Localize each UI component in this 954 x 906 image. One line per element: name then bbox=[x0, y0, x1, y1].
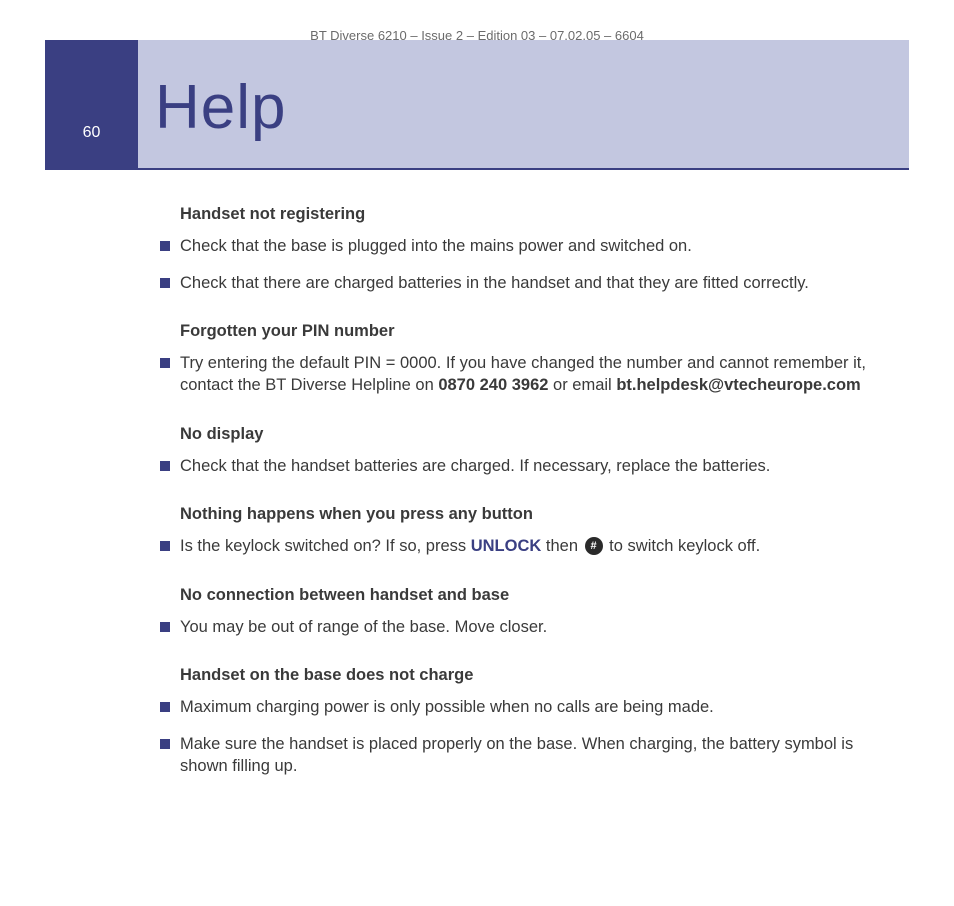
item-text: You may be out of range of the base. Mov… bbox=[180, 618, 547, 636]
page-number: 60 bbox=[83, 124, 101, 142]
section-heading: Handset not registering bbox=[180, 203, 894, 225]
helpline-email: bt.helpdesk@vtecheurope.com bbox=[616, 376, 860, 394]
page-number-box: 60 bbox=[45, 40, 138, 170]
list-item: Check that the base is plugged into the … bbox=[160, 235, 894, 257]
unlock-button-label: UNLOCK bbox=[471, 537, 542, 555]
page-title: Help bbox=[155, 72, 287, 143]
section-heading: Forgotten your PIN number bbox=[180, 320, 894, 342]
list-item: You may be out of range of the base. Mov… bbox=[160, 616, 894, 638]
section-heading: Nothing happens when you press any butto… bbox=[180, 503, 894, 525]
section-heading: No connection between handset and base bbox=[180, 584, 894, 606]
section-heading: No display bbox=[180, 423, 894, 445]
item-text: Check that the handset batteries are cha… bbox=[180, 457, 770, 475]
list-item: Try entering the default PIN = 0000. If … bbox=[160, 352, 894, 397]
list-item: Make sure the handset is placed properly… bbox=[160, 733, 894, 778]
item-text: Make sure the handset is placed properly… bbox=[180, 735, 853, 775]
item-text-mid: then bbox=[541, 537, 582, 555]
item-text: Maximum charging power is only possible … bbox=[180, 698, 714, 716]
section-heading: Handset on the base does not charge bbox=[180, 664, 894, 686]
item-text-mid: or email bbox=[548, 376, 616, 394]
hash-key-icon: # bbox=[585, 537, 603, 555]
helpline-phone: 0870 240 3962 bbox=[438, 376, 548, 394]
item-text-prefix: Is the keylock switched on? If so, press bbox=[180, 537, 471, 555]
item-text: Check that there are charged batteries i… bbox=[180, 274, 809, 292]
list-item: Check that there are charged batteries i… bbox=[160, 272, 894, 294]
list-item: Maximum charging power is only possible … bbox=[160, 696, 894, 718]
list-item: Is the keylock switched on? If so, press… bbox=[160, 535, 894, 557]
content-area: Handset not registering Check that the b… bbox=[160, 195, 894, 791]
item-text-suffix: to switch keylock off. bbox=[605, 537, 761, 555]
list-item: Check that the handset batteries are cha… bbox=[160, 455, 894, 477]
item-text: Check that the base is plugged into the … bbox=[180, 237, 692, 255]
